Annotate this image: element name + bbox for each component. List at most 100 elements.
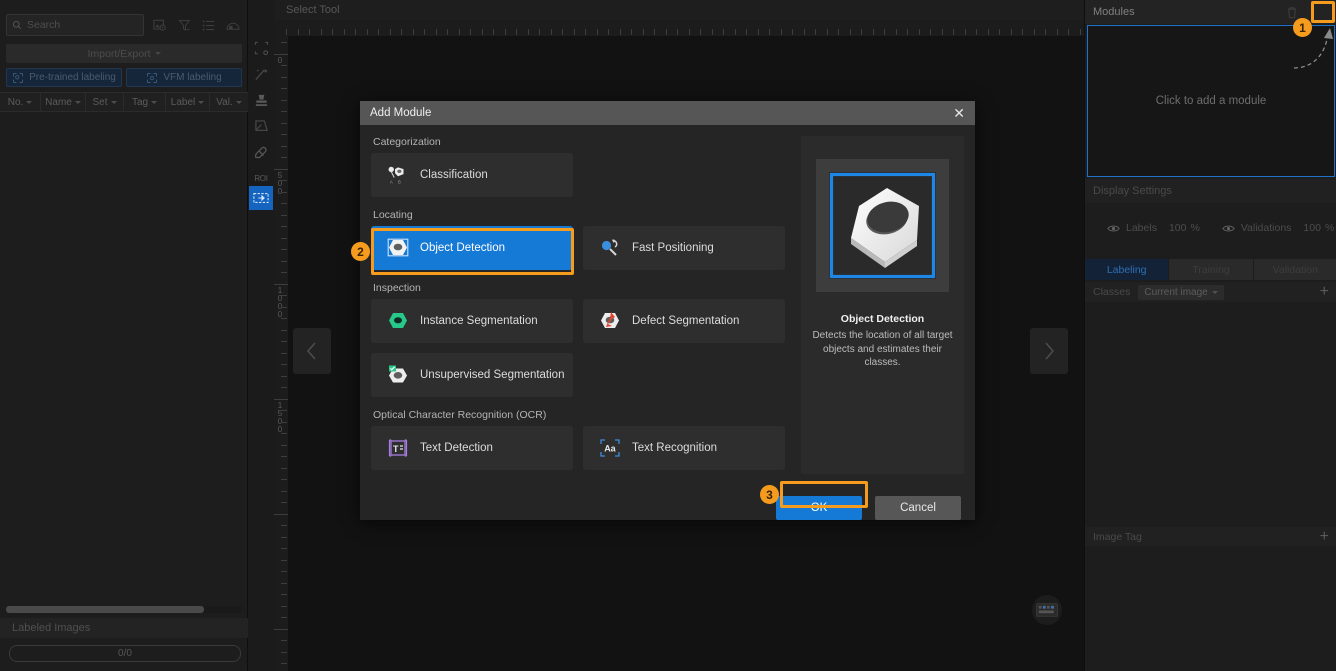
application-window: Search Import/Export Pre-trained labelin… — [0, 0, 1336, 671]
ruler-tick — [826, 29, 828, 35]
tool-eraser[interactable] — [249, 140, 273, 164]
module-card-label: Text Detection — [420, 442, 493, 454]
labels-value[interactable]: 100 — [1169, 222, 1187, 234]
close-icon[interactable]: ✕ — [953, 106, 965, 120]
horizontal-scrollbar[interactable] — [6, 606, 242, 613]
module-card-label: Classification — [420, 169, 488, 181]
scrollbar-thumb[interactable] — [6, 606, 204, 613]
ruler-tick — [516, 29, 517, 35]
list-icon[interactable] — [200, 16, 218, 35]
ruler-tick — [309, 29, 310, 35]
dialog-title-bar: Add Module ✕ — [360, 101, 975, 125]
ruler-tick — [281, 594, 287, 595]
vfm-labeling-button[interactable]: VFM labeling — [126, 68, 242, 87]
ruler-tick — [286, 29, 287, 35]
image-settings-icon[interactable] — [151, 16, 169, 35]
section-items-categorization: A B Classification — [371, 153, 786, 197]
layout-icon[interactable] — [224, 16, 242, 35]
ruler-tick — [573, 29, 575, 35]
ruler-tick — [458, 29, 460, 35]
ruler-tick — [493, 29, 494, 35]
module-card-instance-segmentation[interactable]: Instance Segmentation — [371, 299, 573, 343]
column-header-label[interactable]: Label — [166, 93, 210, 111]
module-card-defect-segmentation[interactable]: Defect Segmentation — [583, 299, 785, 343]
tab-labeling[interactable]: Labeling — [1085, 259, 1169, 280]
module-preview-title: Object Detection — [840, 313, 925, 325]
text-detection-icon: T — [387, 437, 409, 459]
tab-validation[interactable]: Validation — [1253, 259, 1336, 280]
column-header-name[interactable]: Name — [41, 93, 86, 111]
ok-button[interactable]: OK — [776, 496, 862, 520]
cancel-button[interactable]: Cancel — [875, 496, 961, 520]
ruler-tick — [470, 29, 471, 35]
tool-move[interactable] — [249, 186, 273, 210]
module-card-object-detection[interactable]: Object Detection — [371, 226, 573, 270]
ruler-tick — [757, 29, 759, 35]
add-class-button[interactable]: + — [1320, 284, 1329, 300]
labeled-images-label: Labeled Images — [12, 622, 91, 634]
ruler-tick — [281, 364, 287, 365]
module-sections: Categorization A B Classification Locati… — [371, 136, 786, 482]
column-header-no[interactable]: No. — [0, 93, 41, 111]
module-card-fast-positioning[interactable]: Fast Positioning — [583, 226, 785, 270]
add-image-tag-button[interactable]: + — [1320, 528, 1329, 545]
ruler-tick — [941, 29, 943, 35]
tool-select-region[interactable] — [249, 36, 273, 60]
column-header-set[interactable]: Set — [86, 93, 124, 111]
search-placeholder: Search — [27, 19, 61, 31]
column-header-tag[interactable]: Tag — [124, 93, 166, 111]
module-card-classification[interactable]: A B Classification — [371, 153, 573, 197]
svg-text:B: B — [398, 179, 401, 184]
unsupervised-segmentation-icon — [387, 364, 409, 386]
ruler-tick — [274, 513, 288, 515]
pretrained-labeling-button[interactable]: Pre-trained labeling — [6, 68, 122, 87]
module-card-text-detection[interactable]: T Text Detection — [371, 426, 573, 470]
caret-icon — [74, 100, 81, 104]
ruler-tick — [1033, 29, 1035, 35]
col-label: No. — [7, 96, 24, 108]
labeling-buttons: Pre-trained labeling VFM labeling — [6, 68, 242, 87]
import-export-dropdown[interactable]: Import/Export — [6, 44, 242, 63]
tool-polygon[interactable] — [249, 114, 273, 138]
module-card-text-recognition[interactable]: Aa Text Recognition — [583, 426, 785, 470]
ruler-tick — [964, 29, 966, 35]
ruler-tick — [1045, 29, 1046, 35]
validations-value[interactable]: 100 — [1303, 222, 1321, 234]
previous-image-button[interactable] — [293, 328, 331, 374]
text-recognition-icon: Aa — [599, 437, 621, 459]
ruler-tick — [274, 398, 288, 400]
caret-icon — [151, 100, 158, 104]
ruler-tick — [527, 29, 529, 35]
chevron-down-icon — [154, 52, 161, 55]
ruler-tick — [274, 168, 288, 170]
ruler-tick — [281, 191, 287, 193]
filter-icon[interactable] — [175, 16, 193, 35]
module-card-unsupervised-segmentation[interactable]: Unsupervised Segmentation — [371, 353, 573, 397]
chevron-down-icon — [1211, 290, 1218, 294]
roi-label: ROI — [254, 173, 268, 183]
ruler-tick — [281, 237, 287, 239]
eye-icon[interactable] — [1222, 224, 1235, 233]
module-card-label: Defect Segmentation — [632, 315, 740, 327]
tab-label: Training — [1192, 263, 1230, 276]
ruler-tick — [281, 214, 287, 216]
keyboard-shortcuts-button[interactable] — [1032, 595, 1062, 625]
tab-training[interactable]: Training — [1169, 259, 1253, 280]
eye-icon[interactable] — [1107, 224, 1120, 233]
column-header-val[interactable]: Val. — [210, 93, 248, 111]
ruler-tick — [412, 29, 414, 35]
tool-magic-wand[interactable] — [249, 62, 273, 86]
trash-icon[interactable] — [1286, 6, 1298, 19]
classes-scope-label: Current image — [1144, 286, 1208, 298]
image-tag-label: Image Tag — [1093, 530, 1142, 543]
search-input[interactable]: Search — [6, 14, 144, 36]
ruler-tick — [481, 29, 483, 35]
classes-scope-dropdown[interactable]: Current image — [1138, 284, 1224, 300]
ruler-tick — [281, 145, 287, 147]
ruler-tick — [654, 29, 655, 35]
next-image-button[interactable] — [1030, 328, 1068, 374]
tool-stamp[interactable] — [249, 88, 273, 112]
ruler-tick — [281, 260, 287, 262]
canvas-title-bar: Select Tool — [274, 0, 1084, 20]
ok-label: OK — [810, 502, 828, 514]
